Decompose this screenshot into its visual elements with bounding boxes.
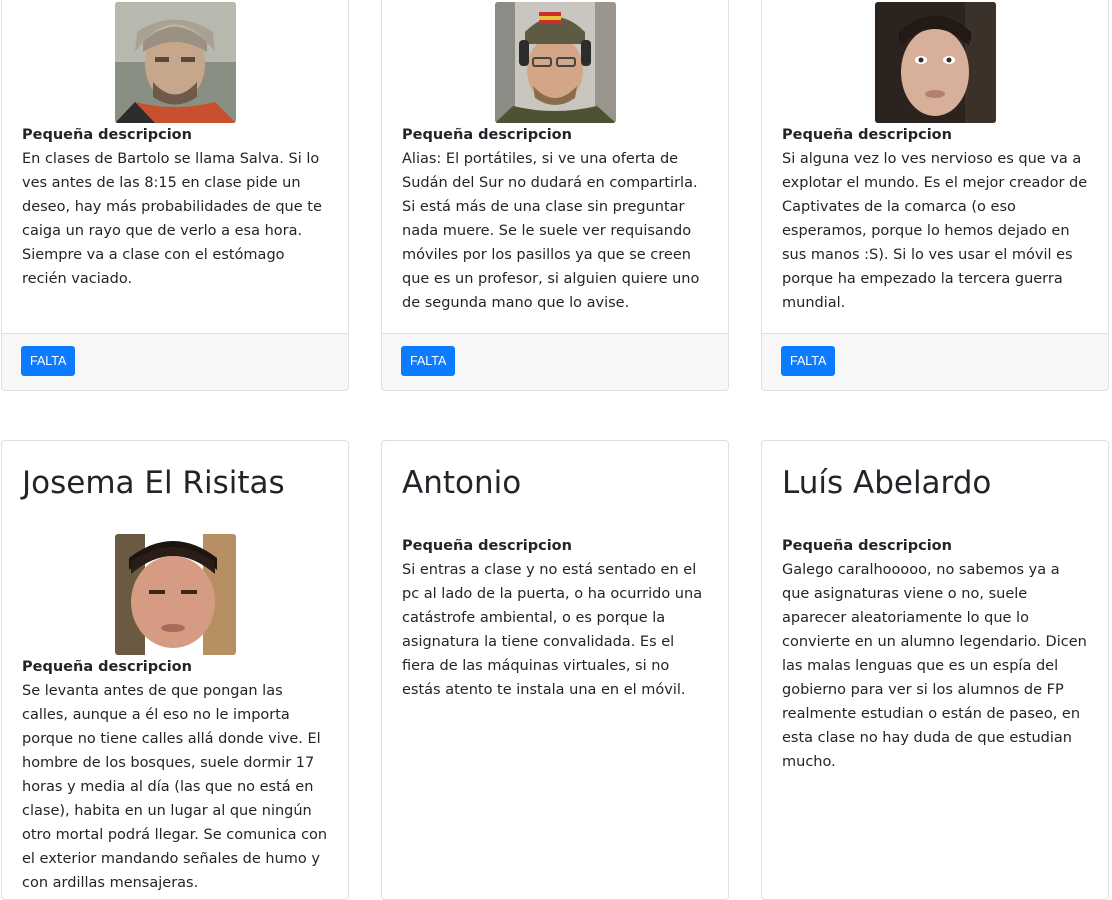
falta-button[interactable]: FALTA bbox=[401, 346, 456, 376]
description-text: Galego caralhooooo, no sabemos ya a que … bbox=[782, 562, 1087, 770]
card-footer: FALTA bbox=[2, 333, 348, 390]
card-footer: FALTA bbox=[382, 333, 728, 390]
falta-button[interactable]: FALTA bbox=[21, 346, 76, 376]
student-photo bbox=[115, 2, 236, 123]
card-body: Pequeña descripcion Si alguna vez lo ves… bbox=[762, 2, 1108, 315]
card-body: Pequeña descripcion Alias: El portátiles… bbox=[382, 2, 728, 315]
description-text: En clases de Bartolo se llama Salva. Si … bbox=[22, 151, 322, 287]
student-card: Pequeña descripcion Alias: El portátiles… bbox=[381, 0, 729, 391]
student-card: Luís Abelardo Pequeña descripcion Galego… bbox=[761, 440, 1109, 900]
card-body: Antonio Pequeña descripcion Si entras a … bbox=[382, 441, 728, 702]
student-card: Josema El Risitas Pequeña descripcion Se… bbox=[1, 440, 349, 900]
description-label: Pequeña descripcion bbox=[782, 538, 952, 554]
student-card: Antonio Pequeña descripcion Si entras a … bbox=[381, 440, 729, 900]
student-card: Pequeña descripcion Si alguna vez lo ves… bbox=[761, 0, 1109, 391]
description-label: Pequeña descripcion bbox=[402, 538, 572, 554]
description-text: Alias: El portátiles, si ve una oferta d… bbox=[402, 151, 700, 311]
card-body: Pequeña descripcion En clases de Bartolo… bbox=[2, 2, 348, 291]
card-body: Luís Abelardo Pequeña descripcion Galego… bbox=[762, 441, 1108, 774]
falta-button[interactable]: FALTA bbox=[781, 346, 836, 376]
description-text: Si alguna vez lo ves nervioso es que va … bbox=[782, 151, 1088, 311]
description-label: Pequeña descripcion bbox=[22, 659, 192, 675]
description-text: Si entras a clase y no está sentado en e… bbox=[402, 562, 703, 698]
student-photo bbox=[115, 534, 236, 655]
student-photo bbox=[875, 2, 996, 123]
student-name: Luís Abelardo bbox=[782, 465, 992, 501]
student-name: Antonio bbox=[402, 465, 522, 501]
description-label: Pequeña descripcion bbox=[402, 127, 572, 143]
card-footer: FALTA bbox=[762, 333, 1108, 390]
description-label: Pequeña descripcion bbox=[22, 127, 192, 143]
card-body: Josema El Risitas Pequeña descripcion Se… bbox=[2, 441, 348, 895]
description-text: Se levanta antes de que pongan las calle… bbox=[22, 683, 328, 891]
student-card: Pequeña descripcion En clases de Bartolo… bbox=[1, 0, 349, 391]
student-name: Josema El Risitas bbox=[22, 465, 285, 501]
student-photo bbox=[495, 2, 616, 123]
description-label: Pequeña descripcion bbox=[782, 127, 952, 143]
